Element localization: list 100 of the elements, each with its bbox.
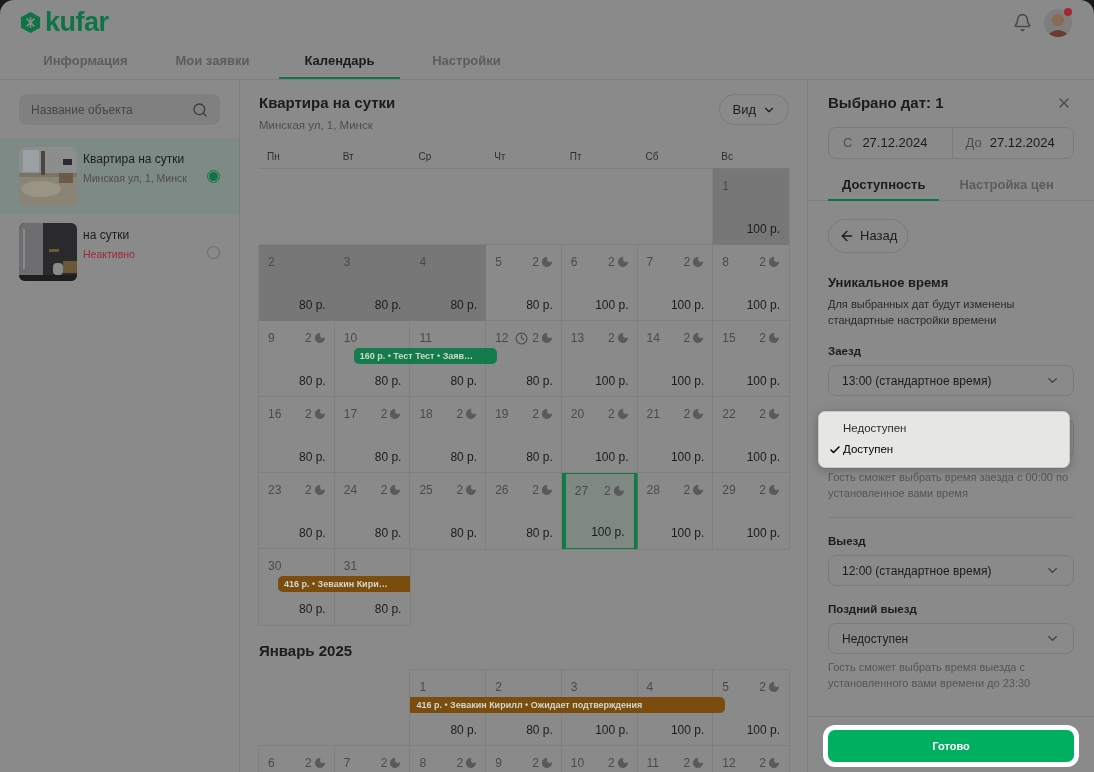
listing-address: Минская ул, 1, Минск [259, 118, 374, 133]
price-label: 80 р. [374, 297, 402, 315]
weekday-label: Пн [266, 149, 281, 164]
price-label: 100 р. [746, 525, 780, 543]
date-range-field[interactable]: С 27.12.2024 До 27.12.2024 [828, 127, 1074, 159]
weekday-label: Вс [720, 149, 734, 164]
menu-item[interactable]: Недоступен [819, 418, 1069, 440]
bell-icon[interactable] [1013, 13, 1032, 32]
day-cell[interactable]: 12 2 80 р. [486, 321, 562, 398]
nights-count: 2 [532, 254, 539, 272]
day-number: 12 [722, 755, 736, 772]
nights-count: 2 [532, 755, 539, 772]
avatar[interactable] [1044, 8, 1072, 37]
select-field[interactable]: 12:00 (стандартное время) [828, 555, 1074, 586]
day-cell[interactable]: 18 2 80 р. [410, 397, 487, 474]
moon-icon [313, 332, 326, 345]
price-label: 80 р. [299, 297, 326, 315]
nights-count: 2 [759, 482, 766, 500]
section-description: Для выбранных дат будут изменены стандартные настройки времени [828, 297, 1016, 328]
day-number: 12 [495, 330, 509, 348]
booking-bar[interactable]: 416 р. • Зевакин Кирилл • Ожидает подтверждения [410, 697, 725, 714]
day-cell[interactable]: 21 2 100 р. [637, 397, 714, 474]
day-cell[interactable]: 7 2 100 р. [637, 245, 714, 322]
day-number: 7 [343, 755, 351, 772]
day-cell[interactable]: 27 2 100 р. [561, 473, 638, 550]
panel-tab[interactable]: Доступность [828, 170, 940, 201]
moon-icon [768, 256, 780, 269]
price-label: 80 р. [374, 525, 402, 543]
moon-icon [313, 408, 326, 421]
nights-count: 2 [456, 482, 464, 500]
moon-icon [692, 332, 705, 345]
day-cell[interactable]: 16 2 80 р. [259, 397, 335, 474]
booking-bar[interactable]: 160 р. • Тест Тест • Заяв… [353, 348, 498, 365]
moon-icon [692, 484, 705, 497]
moon-icon [465, 484, 478, 497]
nights-count: 2 [759, 755, 766, 772]
moon-icon [540, 757, 553, 770]
day-number: 1 [419, 679, 427, 697]
nights-count: 2 [532, 330, 539, 348]
day-number: 4 [646, 679, 654, 697]
day-cell[interactable]: 13 2 100 р. [561, 321, 638, 398]
weekday-label: Сб [644, 149, 660, 164]
day-cell[interactable]: 14 2 100 р. [637, 321, 714, 398]
select-field[interactable]: Недоступен [828, 623, 1074, 654]
nights-count: 2 [683, 482, 691, 500]
moon-icon [389, 408, 402, 421]
price-label: 100 р. [670, 297, 705, 315]
day-number: 6 [570, 254, 578, 272]
day-number: 10 [570, 755, 585, 772]
price-label: 80 р. [526, 449, 553, 467]
day-cell[interactable]: 24 2 80 р. [334, 473, 411, 550]
nights-count: 2 [607, 755, 615, 772]
day-number: 9 [268, 330, 275, 348]
price-label: 80 р. [450, 373, 478, 391]
day-cell[interactable]: 5 2 80 р. [486, 245, 562, 322]
price-label: 80 р. [299, 525, 326, 543]
day-cell[interactable]: 20 2 100 р. [561, 397, 638, 474]
moon-icon [616, 256, 629, 269]
check-icon [829, 444, 841, 456]
day-cell[interactable]: 23 2 80 р. [259, 473, 335, 550]
nights-count: 2 [607, 406, 615, 424]
day-cell[interactable]: 19 2 80 р. [486, 397, 562, 474]
price-label: 80 р. [374, 373, 402, 391]
price-label: 80 р. [299, 373, 326, 391]
nav-tab[interactable]: Календарь [279, 45, 400, 79]
price-label: 100 р. [595, 722, 629, 740]
moon-icon [540, 332, 553, 345]
day-cell[interactable]: 25 2 80 р. [410, 473, 487, 550]
moon-icon [692, 256, 705, 269]
day-number: 11 [419, 330, 432, 348]
day-cell[interactable]: 9 2 80 р. [259, 321, 335, 398]
day-number: 18 [419, 406, 433, 424]
menu-item[interactable]: Доступен [819, 439, 1069, 461]
nights-count: 2 [683, 254, 691, 272]
moon-icon [616, 408, 629, 421]
price-label: 100 р. [746, 297, 780, 315]
price-label: 100 р. [746, 722, 780, 740]
search-icon[interactable] [192, 102, 208, 118]
moon-icon [768, 484, 780, 497]
day-number: 17 [343, 406, 358, 424]
select-field[interactable]: 13:00 (стандартное время) [828, 365, 1074, 396]
nights-count: 2 [683, 330, 691, 348]
listing-item[interactable]: на сутки Неактивно [0, 214, 239, 290]
listing-title: Квартира на сутки [83, 150, 186, 168]
moon-icon [540, 408, 553, 421]
search-field[interactable]: Название объекта [19, 94, 220, 125]
day-number: 14 [646, 330, 660, 348]
price-label: 100 р. [746, 221, 780, 239]
day-number: 5 [495, 254, 502, 272]
price-label: 80 р. [374, 449, 402, 467]
to-label: До [965, 134, 982, 153]
day-cell[interactable]: 17 2 80 р. [334, 397, 411, 474]
nights-count: 2 [456, 406, 464, 424]
day-number: 23 [268, 482, 282, 500]
moon-icon [389, 484, 402, 497]
moon-icon [540, 484, 553, 497]
day-cell[interactable]: 6 2 100 р. [561, 245, 638, 322]
booking-bar[interactable]: 416 р. • Зевакин Кири… [277, 576, 411, 593]
logo-icon [19, 10, 42, 35]
month-heading: Январь 2025 [259, 641, 353, 661]
